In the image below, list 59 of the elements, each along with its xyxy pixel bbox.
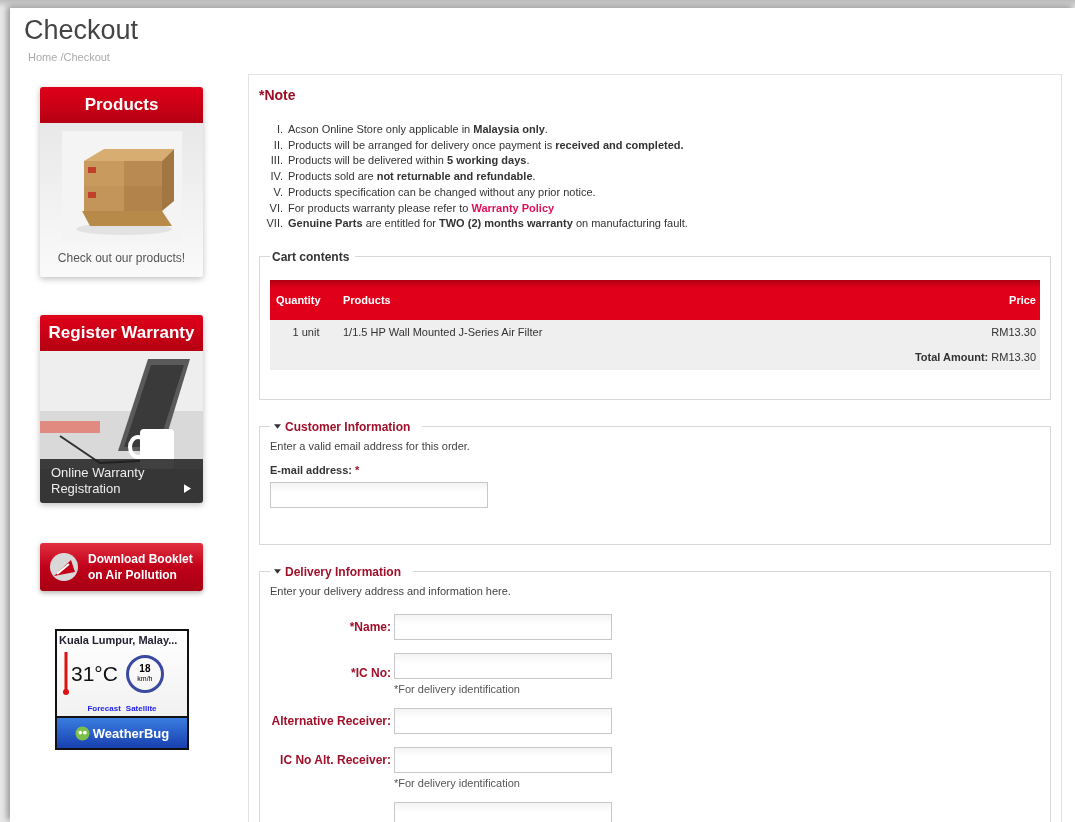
input-field[interactable]: [394, 707, 612, 734]
fieldset-legend: Cart contents: [270, 249, 356, 264]
field-label: IC No Alt. Receiver:: [280, 752, 391, 767]
play-icon: [184, 484, 191, 493]
products-card[interactable]: Products Check out our products!: [40, 87, 203, 277]
card-caption: Check out our products!: [57, 251, 186, 265]
note-text: Genuine Parts are entitled for TWO (2) months warranty on manufacturing fault.: [288, 216, 688, 232]
section-intro: Enter your delivery address and information here.: [270, 584, 512, 597]
download-booklet-button[interactable]: Download Booklet on Air Pollution: [40, 543, 203, 591]
input-field[interactable]: [394, 613, 612, 640]
column-header: Price: [903, 279, 1040, 320]
list-numeral: I.: [276, 122, 283, 137]
field-label: *Name:: [349, 619, 391, 634]
section-intro: Enter a valid email address for this order.: [270, 439, 471, 452]
weather-link[interactable]: Satellite: [125, 704, 157, 713]
note-text: Products will be delivered within 5 working days.: [288, 153, 530, 169]
brand-name: WeatherBug: [92, 725, 170, 741]
thermometer-icon: [63, 652, 69, 696]
table-cell: 1/1.5 HP Wall Mounted J-Series Air Filter: [337, 319, 904, 345]
column-header: Products: [337, 279, 904, 320]
field-label: Alternative Receiver:: [271, 713, 391, 728]
note-text: Acson Online Store only applicable in Malaysia only.: [288, 122, 548, 137]
section-toggle[interactable]: Customer Information: [270, 419, 423, 434]
note-text: Products sold are not returnable and refundable.: [288, 169, 536, 185]
input-field[interactable]: [394, 746, 612, 773]
card-caption: Online Warranty: [51, 465, 145, 481]
email-field[interactable]: [270, 481, 488, 508]
field-label: E-mail address: *: [270, 463, 360, 476]
temperature: 31°C: [71, 662, 118, 686]
bug-logo-icon: [74, 725, 90, 741]
warranty-policy-link[interactable]: Warranty Policy: [471, 201, 555, 214]
list-numeral: II.: [273, 137, 283, 153]
weather-link[interactable]: Forecast: [87, 704, 121, 713]
field-hint: *For delivery identification: [394, 776, 520, 789]
field-label: *IC No:: [351, 665, 391, 680]
table-cell: 1 unit: [270, 319, 337, 345]
note-text: For products warranty please refer to Warranty Policy: [288, 200, 555, 216]
total-value: RM13.30: [991, 351, 1036, 364]
total-label: Total Amount:: [914, 351, 989, 364]
weather-location: Kuala Lumpur, Malay...: [58, 633, 179, 646]
warranty-card[interactable]: Register Warranty Online Warranty Registration: [40, 315, 203, 503]
note-title: *Note: [259, 87, 296, 103]
card-caption: Registration: [51, 481, 121, 497]
note-text: Products specification can be changed without any prior notice.: [288, 184, 596, 200]
note-text: Products will be arranged for delivery once payment is received and completed.: [288, 137, 684, 153]
section-toggle[interactable]: Delivery Information: [270, 564, 414, 579]
column-header: Quantity: [270, 279, 337, 320]
list-numeral: VII.: [266, 216, 283, 232]
card-title: Register Warranty: [40, 315, 203, 351]
page-title: Checkout: [24, 14, 140, 46]
list-numeral: V.: [273, 184, 283, 200]
input-field[interactable]: [394, 652, 612, 679]
field-hint: *For delivery identification: [394, 682, 520, 695]
input-field[interactable]: [394, 801, 612, 822]
list-numeral: VI.: [269, 200, 283, 216]
list-numeral: IV.: [270, 169, 283, 185]
table-cell: RM13.30: [903, 319, 1040, 345]
card-title: Products: [40, 87, 203, 123]
list-numeral: III.: [270, 153, 283, 169]
